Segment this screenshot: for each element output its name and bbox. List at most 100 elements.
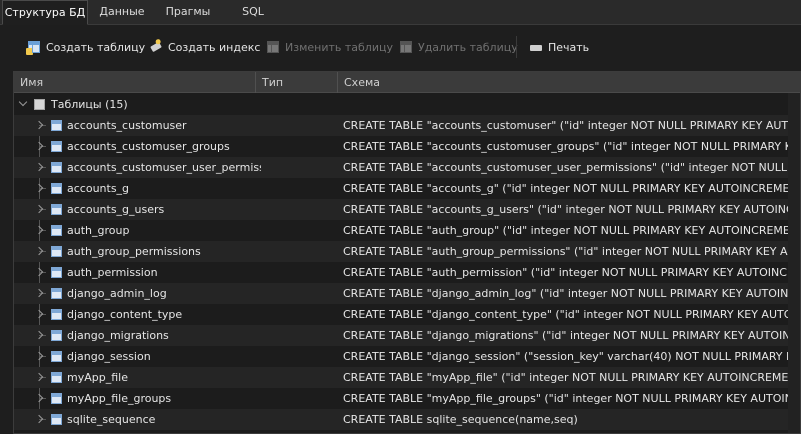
expand-arrow-icon[interactable] (34, 330, 44, 340)
tab-bar: Структура БД Данные Прагмы SQL (0, 0, 801, 25)
print-button[interactable]: Печать (530, 38, 589, 56)
table-schema: CREATE TABLE "auth_group" ("id" integer … (343, 224, 788, 237)
tree-group-tables[interactable]: Таблицы (15) (14, 94, 800, 115)
table-name: accounts_g (67, 182, 130, 195)
table-row[interactable]: accounts_customuser_user_permiss... CREAT… (14, 157, 800, 178)
table-schema: CREATE TABLE "accounts_g_users" ("id" in… (343, 203, 788, 216)
create-index-label: Создать индекс (168, 40, 261, 54)
table-schema: CREATE TABLE "myApp_file_groups" ("id" i… (343, 392, 788, 405)
table-icon (51, 288, 62, 299)
toolbar-separator (516, 36, 517, 58)
table-icon (51, 351, 62, 362)
table-name: django_session (67, 350, 151, 363)
table-row[interactable]: django_session CREATE TABLE "django_sessi… (14, 346, 800, 367)
table-schema: CREATE TABLE "auth_permission" ("id" int… (343, 266, 788, 279)
table-row[interactable]: auth_group CREATE TABLE "auth_group" ("id… (14, 220, 800, 241)
tab-db-structure[interactable]: Структура БД (2, 0, 88, 25)
table-row[interactable]: auth_permission CREATE TABLE "auth_permis… (14, 262, 800, 283)
create-index-button[interactable]: Создать индекс (150, 38, 260, 56)
table-row[interactable]: django_content_type CREATE TABLE "django_… (14, 304, 800, 325)
table-name: accounts_customuser_groups (67, 140, 230, 153)
table-name: django_admin_log (67, 287, 167, 300)
expand-arrow-icon[interactable] (34, 267, 44, 277)
group-label: Таблицы (15) (51, 98, 128, 111)
table-name: django_migrations (67, 329, 169, 342)
index-icon (148, 39, 164, 55)
table-name: auth_group (67, 224, 130, 237)
expand-arrow-icon[interactable] (34, 351, 44, 361)
delete-table-label: Удалить таблицу (418, 40, 518, 54)
table-name: accounts_g_users (67, 203, 165, 216)
tab-sql[interactable]: SQL (222, 0, 284, 25)
table-row[interactable]: myApp_file_groups CREATE TABLE "myApp_fil… (14, 388, 800, 409)
table-row[interactable]: sqlite_sequence CREATE TABLE sqlite_seque… (14, 409, 800, 430)
table-icon (51, 330, 62, 341)
table-row[interactable]: accounts_g_users CREATE TABLE "accounts_g… (14, 199, 800, 220)
table-delete-icon (400, 41, 412, 53)
expand-arrow-icon[interactable] (34, 183, 44, 193)
tab-pragmas[interactable]: Прагмы (156, 0, 220, 25)
table-schema: CREATE TABLE "django_admin_log" ("id" in… (343, 287, 788, 300)
table-schema: CREATE TABLE "accounts_g" ("id" integer … (343, 182, 788, 195)
column-header-type[interactable]: Тип (256, 72, 338, 93)
table-row[interactable]: myApp_file CREATE TABLE "myApp_file" ("id… (14, 367, 800, 388)
table-schema: CREATE TABLE sqlite_sequence(name,seq) (343, 413, 578, 426)
table-icon (51, 393, 62, 404)
table-icon (51, 372, 62, 383)
tab-data[interactable]: Данные (90, 0, 154, 25)
expand-arrow-icon[interactable] (34, 288, 44, 298)
column-header-schema[interactable]: Схема (338, 72, 800, 93)
db-structure-tree[interactable]: Имя Тип Схема Таблицы (15) accounts_cust… (13, 71, 801, 434)
vertical-scrollbar[interactable] (788, 93, 800, 433)
expand-arrow-icon[interactable] (34, 309, 44, 319)
table-row[interactable]: django_migrations CREATE TABLE "django_mi… (14, 325, 800, 346)
toolbar: Создать таблицу Создать индекс Изменить … (0, 26, 801, 68)
table-icon (51, 309, 62, 320)
expand-arrow-icon[interactable] (34, 162, 44, 172)
table-edit-icon (267, 41, 279, 53)
table-name: accounts_customuser_user_permiss... (67, 161, 261, 174)
printer-icon (530, 41, 542, 55)
table-row[interactable]: accounts_customuser CREATE TABLE "account… (14, 115, 800, 136)
table-name: django_content_type (67, 308, 183, 321)
table-schema: CREATE TABLE "django_migrations" ("id" i… (343, 329, 788, 342)
table-schema: CREATE TABLE "auth_group_permissions" ("… (343, 245, 788, 258)
table-row[interactable]: auth_group_permissions CREATE TABLE "auth… (14, 241, 800, 262)
table-icon (51, 162, 62, 173)
expand-arrow-icon[interactable] (34, 372, 44, 382)
table-schema: CREATE TABLE "accounts_customuser_user_p… (343, 161, 788, 174)
expand-arrow-icon[interactable] (34, 225, 44, 235)
table-icon (51, 225, 62, 236)
expand-arrow-icon[interactable] (34, 120, 44, 130)
column-header-name[interactable]: Имя (14, 72, 256, 93)
expand-arrow-icon[interactable] (34, 204, 44, 214)
table-row[interactable]: accounts_g CREATE TABLE "accounts_g" ("id… (14, 178, 800, 199)
table-schema: CREATE TABLE "django_content_type" ("id"… (343, 308, 788, 321)
delete-table-button[interactable]: Удалить таблицу (400, 38, 518, 56)
modify-table-label: Изменить таблицу (285, 40, 393, 54)
expand-arrow-icon[interactable] (34, 246, 44, 256)
table-name: sqlite_sequence (67, 413, 156, 426)
table-name: myApp_file (67, 371, 128, 384)
collapse-arrow-icon[interactable] (18, 97, 28, 107)
table-row[interactable]: accounts_customuser_groups CREATE TABLE "… (14, 136, 800, 157)
expand-arrow-icon[interactable] (34, 414, 44, 424)
table-icon (51, 414, 62, 425)
table-icon (51, 204, 62, 215)
expand-arrow-icon[interactable] (34, 393, 44, 403)
table-add-icon (26, 41, 40, 55)
create-table-label: Создать таблицу (46, 40, 146, 54)
print-label: Печать (548, 40, 590, 54)
table-icon (51, 183, 62, 194)
create-table-button[interactable]: Создать таблицу (26, 38, 146, 56)
table-icon (51, 141, 62, 152)
expand-arrow-icon[interactable] (34, 141, 44, 151)
table-name: myApp_file_groups (67, 392, 172, 405)
table-name: accounts_customuser (67, 119, 187, 132)
table-row[interactable]: django_admin_log CREATE TABLE "django_adm… (14, 283, 800, 304)
tree-header: Имя Тип Схема (14, 72, 800, 93)
table-icon (51, 267, 62, 278)
modify-table-button[interactable]: Изменить таблицу (267, 38, 393, 56)
table-name: auth_permission (67, 266, 158, 279)
table-icon (51, 120, 62, 131)
